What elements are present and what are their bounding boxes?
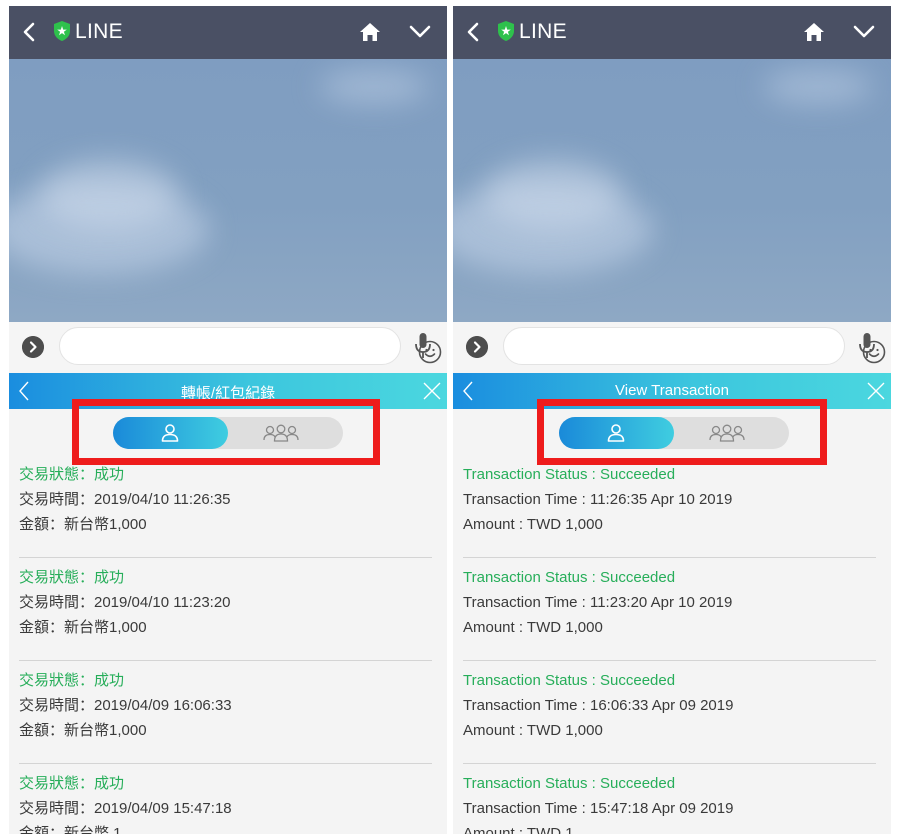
transaction-list: 交易狀態：成功 交易時間：2019/04/10 11:26:35 金額：新台幣1…	[9, 462, 447, 834]
message-input[interactable]	[503, 327, 886, 365]
microphone-icon[interactable]	[414, 332, 432, 360]
transaction-amount: Amount : TWD 1,000	[463, 516, 603, 533]
close-icon[interactable]	[423, 382, 441, 400]
chevron-down-icon[interactable]	[407, 22, 433, 42]
app-title: LINE	[519, 20, 567, 43]
transaction-record[interactable]: Transaction Status : Succeeded Transacti…	[453, 462, 891, 565]
app-title: LINE	[75, 20, 123, 43]
divider	[19, 660, 432, 661]
chat-input-bar	[453, 322, 891, 370]
phone-screen-english: LINE View Transaction Transaction Status…	[453, 6, 891, 834]
top-nav-bar: LINE	[9, 6, 447, 59]
transaction-time: 交易時間：2019/04/10 11:23:20	[19, 594, 231, 611]
transaction-record[interactable]: 交易狀態：成功 交易時間：2019/04/10 11:26:35 金額：新台幣1…	[9, 462, 447, 565]
chat-background	[453, 59, 891, 322]
transaction-status: Transaction Status : Succeeded	[463, 569, 676, 586]
home-icon[interactable]	[802, 20, 826, 44]
top-nav-bar: LINE	[453, 6, 891, 59]
close-icon[interactable]	[867, 382, 885, 400]
transaction-amount: Amount : TWD 1	[463, 825, 574, 834]
transaction-time: Transaction Time : 15:47:18 Apr 09 2019	[463, 800, 734, 817]
highlight-box	[72, 399, 380, 465]
message-input[interactable]	[59, 327, 442, 365]
chevron-down-icon[interactable]	[851, 22, 877, 42]
transaction-time: 交易時間：2019/04/09 15:47:18	[19, 800, 232, 817]
divider	[19, 763, 432, 764]
line-shield-icon	[54, 21, 70, 41]
divider	[19, 557, 432, 558]
divider	[463, 660, 876, 661]
transaction-time: Transaction Time : 16:06:33 Apr 09 2019	[463, 697, 734, 714]
transaction-time: Transaction Time : 11:26:35 Apr 10 2019	[463, 491, 733, 508]
transaction-time: 交易時間：2019/04/09 16:06:33	[19, 697, 232, 714]
transaction-amount: 金額：新台幣1,000	[19, 516, 147, 533]
transaction-status: 交易狀態：成功	[19, 466, 125, 483]
transaction-record[interactable]: 交易狀態：成功 交易時間：2019/04/10 11:23:20 金額：新台幣1…	[9, 565, 447, 668]
transaction-status: 交易狀態：成功	[19, 569, 125, 586]
transaction-record[interactable]: Transaction Status : Succeeded Transacti…	[453, 771, 891, 834]
chat-background	[9, 59, 447, 322]
transaction-status: Transaction Status : Succeeded	[463, 775, 676, 792]
transaction-amount: 金額：新台幣 1	[19, 825, 122, 834]
chat-input-bar	[9, 322, 447, 370]
chevron-right-icon[interactable]	[22, 336, 44, 358]
divider	[463, 557, 876, 558]
chevron-left-icon[interactable]	[17, 18, 43, 46]
transaction-record[interactable]: Transaction Status : Succeeded Transacti…	[453, 565, 891, 668]
panel-title: View Transaction	[615, 382, 729, 399]
highlight-box	[537, 399, 827, 465]
phone-screen-chinese: LINE 轉帳/紅包紀錄 交易狀態：成功 交易時間：2019/04/10 11:…	[9, 6, 447, 834]
transaction-status: Transaction Status : Succeeded	[463, 672, 676, 689]
transaction-amount: 金額：新台幣1,000	[19, 722, 147, 739]
transaction-list: Transaction Status : Succeeded Transacti…	[453, 462, 891, 834]
transaction-time: Transaction Time : 11:23:20 Apr 10 2019	[463, 594, 733, 611]
transaction-status: 交易狀態：成功	[19, 672, 125, 689]
transaction-record[interactable]: Transaction Status : Succeeded Transacti…	[453, 668, 891, 771]
transaction-record[interactable]: 交易狀態：成功 交易時間：2019/04/09 16:06:33 金額：新台幣1…	[9, 668, 447, 771]
chevron-left-icon[interactable]	[461, 18, 487, 46]
chevron-right-icon[interactable]	[466, 336, 488, 358]
divider	[463, 763, 876, 764]
transaction-status: 交易狀態：成功	[19, 775, 125, 792]
transaction-time: 交易時間：2019/04/10 11:26:35	[19, 491, 231, 508]
transaction-amount: 金額：新台幣1,000	[19, 619, 147, 636]
transaction-record[interactable]: 交易狀態：成功 交易時間：2019/04/09 15:47:18 金額：新台幣 …	[9, 771, 447, 834]
transaction-status: Transaction Status : Succeeded	[463, 466, 676, 483]
microphone-icon[interactable]	[858, 332, 876, 360]
home-icon[interactable]	[358, 20, 382, 44]
transaction-amount: Amount : TWD 1,000	[463, 722, 603, 739]
transaction-amount: Amount : TWD 1,000	[463, 619, 603, 636]
line-shield-icon	[498, 21, 514, 41]
